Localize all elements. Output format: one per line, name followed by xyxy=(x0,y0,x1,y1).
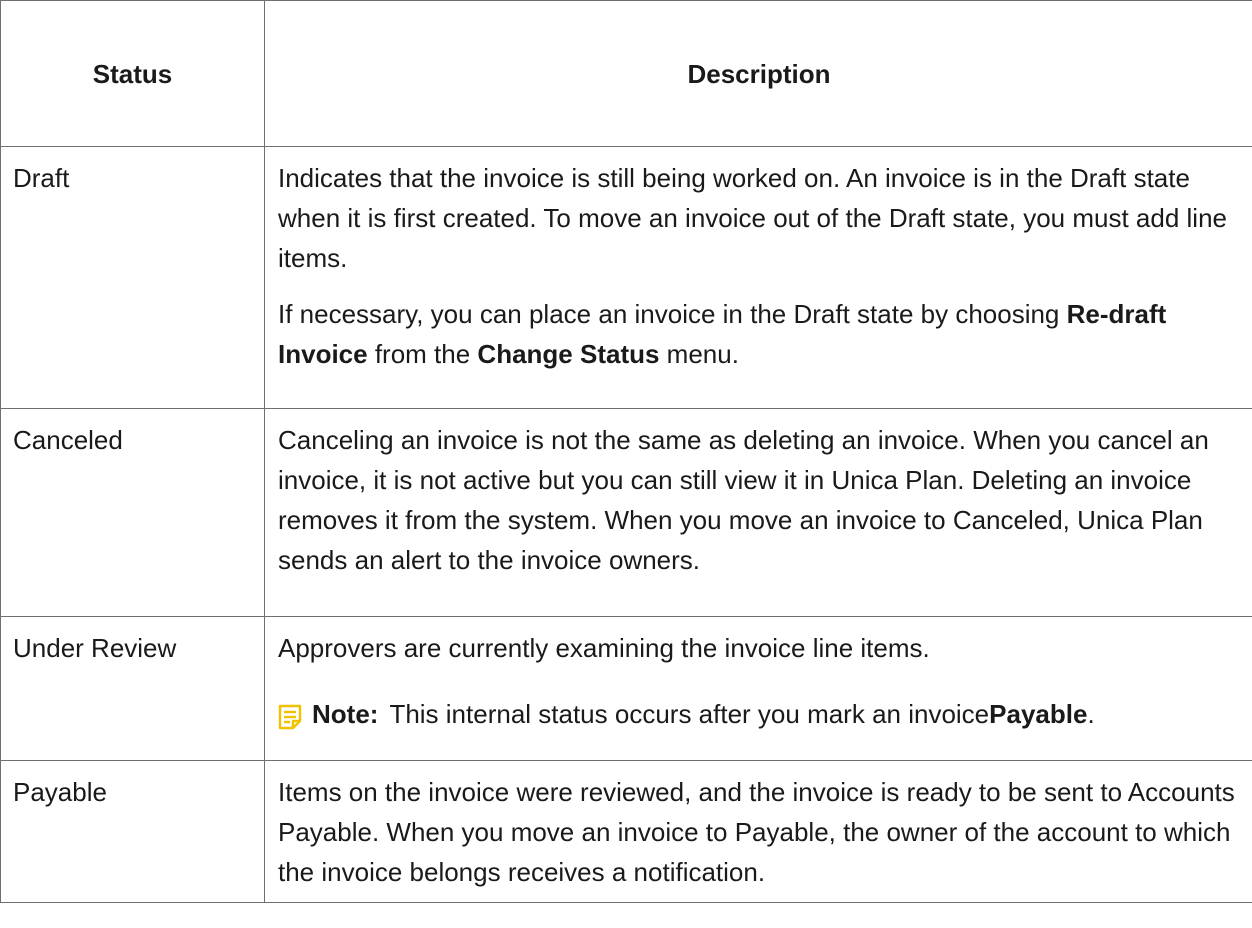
status-cell: Canceled xyxy=(0,408,265,617)
note-icon xyxy=(278,701,302,730)
text-run: menu. xyxy=(659,339,739,369)
text-run: from the xyxy=(367,339,478,369)
note-bold-term: Payable xyxy=(989,699,1088,729)
header-description: Description xyxy=(264,0,1252,147)
table-row: Canceled Canceling an invoice is not the… xyxy=(0,408,1252,617)
note-end: . xyxy=(1087,699,1095,729)
table-row: Draft Indicates that the invoice is stil… xyxy=(0,146,1252,409)
status-cell: Under Review xyxy=(0,616,265,761)
description-paragraph: Items on the invoice were reviewed, and … xyxy=(278,777,1235,887)
description-paragraph: Canceling an invoice is not the same as … xyxy=(278,425,1209,575)
description-cell: Canceling an invoice is not the same as … xyxy=(264,408,1252,617)
note-callout: Note: This internal status occurs after … xyxy=(278,694,1241,734)
description-paragraph: Indicates that the invoice is still bein… xyxy=(278,163,1227,273)
description-paragraph: If necessary, you can place an invoice i… xyxy=(278,294,1241,374)
status-cell: Draft xyxy=(0,146,265,409)
description-cell: Approvers are currently examining the in… xyxy=(264,616,1252,761)
description-cell: Indicates that the invoice is still bein… xyxy=(264,146,1252,409)
status-cell: Payable xyxy=(0,760,265,903)
table-row: Payable Items on the invoice were review… xyxy=(0,760,1252,903)
bold-menu-name: Change Status xyxy=(477,339,660,369)
invoice-status-table: Status Description Draft Indicates that … xyxy=(0,0,1252,903)
description-paragraph: Approvers are currently examining the in… xyxy=(278,633,930,663)
note-label: Note: xyxy=(312,699,379,729)
table-header-row: Status Description xyxy=(0,0,1252,147)
header-status: Status xyxy=(0,0,265,147)
note-text: This internal status occurs after you ma… xyxy=(389,699,990,729)
description-cell: Items on the invoice were reviewed, and … xyxy=(264,760,1252,903)
table-row: Under Review Approvers are currently exa… xyxy=(0,616,1252,761)
text-run: If necessary, you can place an invoice i… xyxy=(278,299,1067,329)
